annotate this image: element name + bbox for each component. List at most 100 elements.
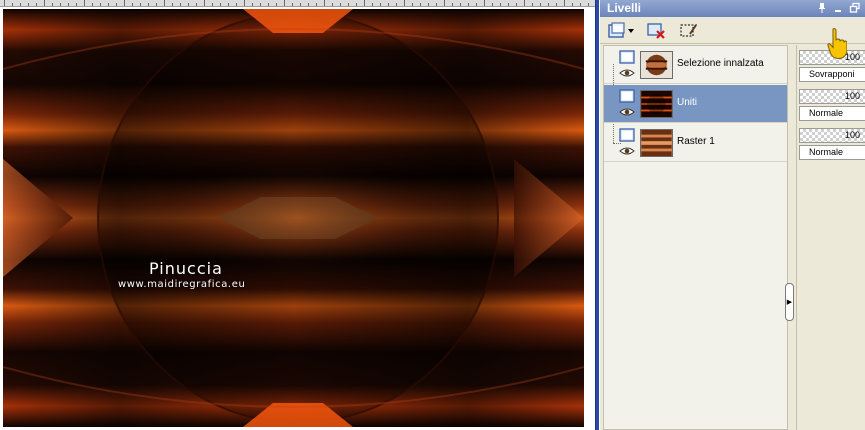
new-layer-button[interactable] (606, 21, 636, 41)
ruler-tick (260, 3, 261, 6)
opacity-slider[interactable]: 100 (799, 128, 865, 143)
ruler-tick (540, 3, 541, 6)
panel-resize-handle[interactable]: ▶ (785, 283, 794, 321)
ruler-tick (212, 3, 213, 6)
ruler-tick (132, 3, 133, 6)
layer-row-raster-1[interactable]: Raster 1 (604, 124, 787, 162)
layer-name: Selezione innalzata (677, 58, 764, 69)
image-canvas-window[interactable]: Pinuccia www.maidiregrafica.eu (0, 0, 595, 430)
opacity-value: 100 (844, 130, 860, 140)
raster-layer-icon (619, 50, 635, 64)
ruler-tick (484, 0, 485, 6)
ruler-tick (60, 3, 61, 6)
eye-icon[interactable] (619, 146, 635, 156)
watermark-name: Pinuccia (149, 259, 223, 278)
edit-selection-button[interactable] (678, 21, 700, 41)
ruler-tick (148, 3, 149, 6)
layer-thumbnail (640, 90, 673, 118)
opacity-slider[interactable]: 100 (799, 89, 865, 104)
pin-icon[interactable] (816, 2, 828, 14)
ruler-tick (316, 3, 317, 6)
ruler-tick (532, 3, 533, 6)
layer-name: Uniti (677, 97, 698, 108)
layer-properties: 100 Normale (799, 126, 865, 162)
ruler-tick (228, 3, 229, 6)
layer-properties-column: 100 Sovrapponi 100 Normale 100 Normale (796, 45, 865, 430)
hand-cursor-icon (827, 28, 847, 60)
ruler-tick (12, 3, 13, 6)
blend-mode-select[interactable]: Normale (799, 145, 865, 160)
layers-palette: Livelli Selezione innalzata Uniti Raster… (599, 0, 865, 430)
ruler-tick (428, 3, 429, 6)
ruler-tick (516, 3, 517, 6)
new-layer-icon (608, 22, 625, 38)
restore-icon[interactable] (849, 2, 861, 14)
opacity-value: 100 (844, 52, 860, 62)
ruler-tick (204, 0, 205, 6)
ruler-tick (332, 3, 333, 6)
watermark: Pinuccia www.maidiregrafica.eu (118, 259, 245, 290)
ruler-tick (292, 3, 293, 6)
delete-layer-icon (647, 23, 665, 39)
ruler-tick (300, 3, 301, 6)
minimize-icon[interactable] (832, 2, 844, 14)
delete-layer-button[interactable] (646, 21, 668, 41)
layers-list: Selezione innalzata Uniti Raster 1 (603, 45, 788, 430)
ruler-tick (436, 3, 437, 6)
ruler-tick (308, 3, 309, 6)
ruler-tick (188, 3, 189, 6)
palette-titlebar[interactable]: Livelli (600, 0, 865, 17)
ruler-tick (364, 0, 365, 6)
ruler-tick (396, 3, 397, 6)
blend-mode-select[interactable]: Normale (799, 106, 865, 121)
raster-layer-icon (619, 89, 635, 103)
ruler-tick (196, 3, 197, 6)
ruler-tick (524, 0, 525, 6)
ruler-tick (476, 3, 477, 6)
ruler-tick (548, 3, 549, 6)
ruler-tick (76, 3, 77, 6)
edit-selection-icon (680, 24, 697, 37)
dropdown-arrow-icon (628, 29, 634, 33)
ruler-tick (244, 0, 245, 6)
ruler-tick (356, 3, 357, 6)
ruler-tick (324, 0, 325, 6)
palette-title: Livelli (607, 1, 642, 15)
layer-row-selezione-innalzata[interactable]: Selezione innalzata (604, 46, 787, 84)
layer-thumbnail (640, 129, 673, 157)
ruler-tick (20, 3, 21, 6)
blend-mode-select[interactable]: Sovrapponi (799, 67, 865, 82)
ruler-tick (180, 3, 181, 6)
ruler-tick (124, 0, 125, 6)
ruler-tick (156, 3, 157, 6)
ruler-tick (404, 0, 405, 6)
ruler-tick (444, 0, 445, 6)
eye-icon[interactable] (619, 107, 635, 117)
ruler-tick (572, 3, 573, 6)
ruler-tick (460, 3, 461, 6)
image-canvas[interactable] (3, 9, 584, 427)
ruler-tick (412, 3, 413, 6)
ruler-tick (492, 3, 493, 6)
ruler-tick (140, 3, 141, 6)
ruler-tick (580, 3, 581, 6)
palette-toolbar (600, 17, 865, 44)
horizontal-ruler (0, 0, 595, 7)
ruler-tick (508, 3, 509, 6)
ruler-tick (348, 3, 349, 6)
arrow-right-icon: ▶ (786, 298, 793, 306)
ruler-tick (172, 3, 173, 6)
raster-layer-icon (619, 128, 635, 142)
ruler-tick (92, 3, 93, 6)
ruler-tick (164, 0, 165, 6)
ruler-tick (372, 3, 373, 6)
ruler-tick (28, 3, 29, 6)
ruler-tick (556, 3, 557, 6)
layer-row-uniti[interactable]: Uniti (604, 85, 787, 123)
ruler-tick (340, 3, 341, 6)
ruler-tick (452, 3, 453, 6)
ruler-tick (588, 3, 589, 6)
ruler-tick (420, 3, 421, 6)
eye-icon[interactable] (619, 68, 635, 78)
ruler-tick (84, 0, 85, 6)
